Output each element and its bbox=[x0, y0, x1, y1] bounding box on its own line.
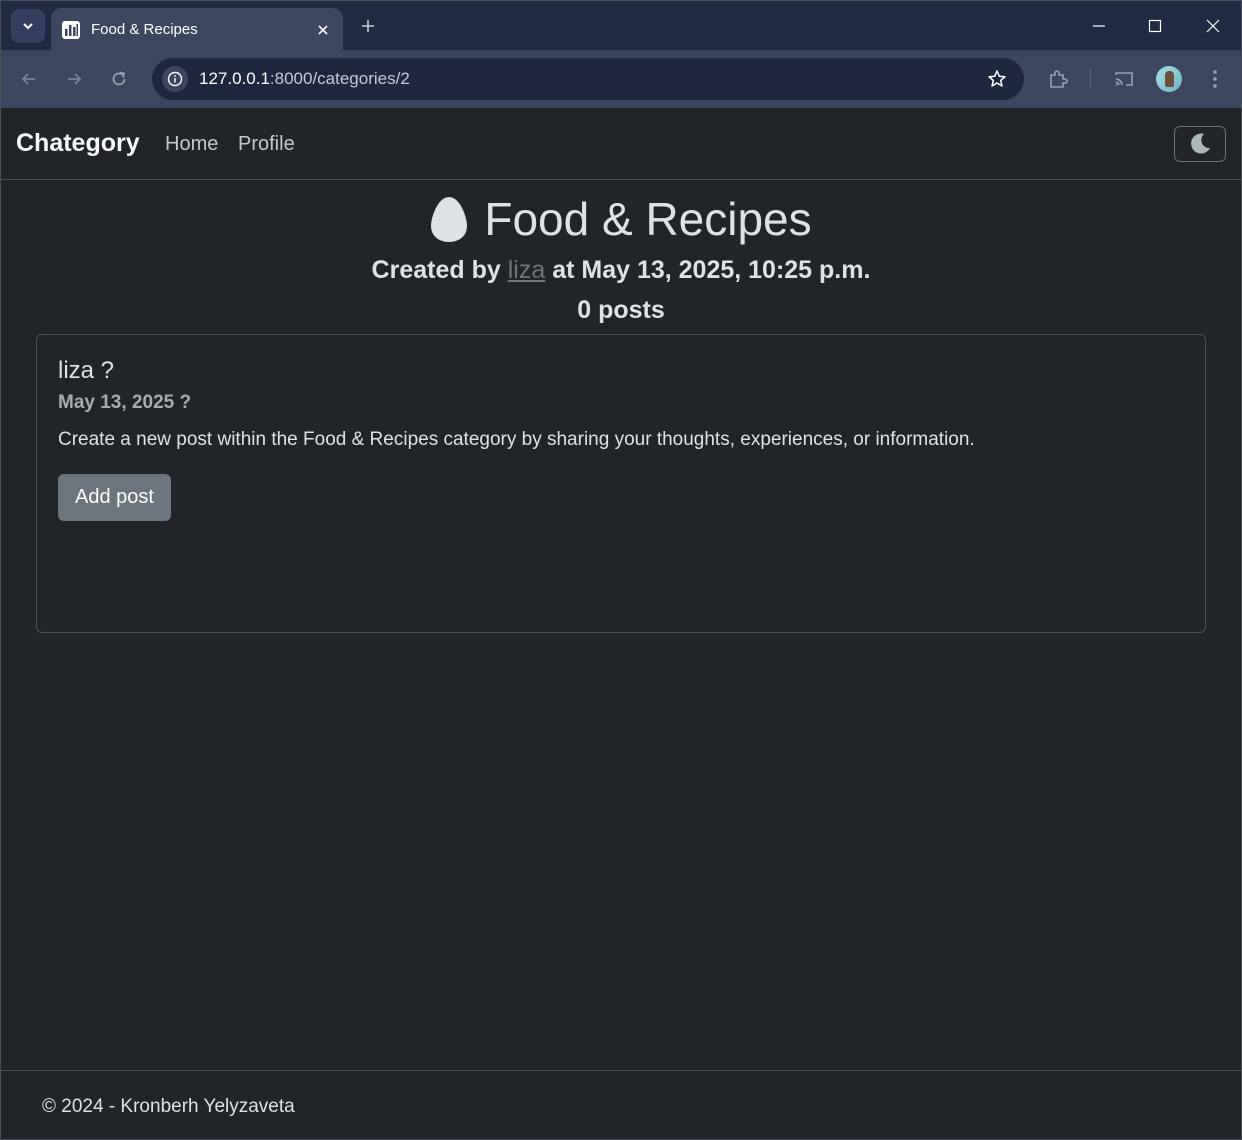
new-tab-button[interactable] bbox=[353, 11, 383, 41]
browser-toolbar: 127.0.0.1:8000/categories/2 bbox=[0, 50, 1242, 108]
category-title: Food & Recipes bbox=[484, 193, 812, 245]
url-text[interactable]: 127.0.0.1:8000/categories/2 bbox=[199, 69, 410, 89]
moon-icon bbox=[1191, 133, 1210, 154]
tab-close-icon[interactable] bbox=[311, 18, 335, 42]
chevron-down-icon bbox=[23, 23, 33, 30]
toolbar-separator bbox=[1090, 69, 1091, 89]
browser-tab[interactable]: Food & Recipes bbox=[51, 8, 343, 51]
plus-icon bbox=[362, 20, 374, 32]
bookmark-star-icon[interactable] bbox=[986, 68, 1008, 90]
add-post-button[interactable]: Add post bbox=[58, 474, 171, 521]
new-post-card: liza ? May 13, 2025 ? Create a new post … bbox=[36, 334, 1206, 633]
forward-button[interactable] bbox=[58, 63, 90, 95]
site-info-icon[interactable] bbox=[162, 66, 188, 92]
cast-icon[interactable] bbox=[1110, 65, 1138, 93]
theme-toggle-button[interactable] bbox=[1174, 126, 1226, 162]
url-host: 127.0.0.1 bbox=[199, 69, 270, 88]
close-window-button[interactable] bbox=[1193, 9, 1233, 43]
card-date: May 13, 2025 ? bbox=[58, 392, 192, 413]
site-brand[interactable]: Chategory bbox=[16, 129, 140, 158]
reload-button[interactable] bbox=[103, 63, 135, 95]
footer-copyright: © 2024 - Kronberh Yelyzaveta bbox=[42, 1096, 295, 1117]
bar-chart-icon bbox=[61, 20, 81, 40]
nav-link-profile[interactable]: Profile bbox=[238, 133, 295, 156]
more-menu-icon[interactable] bbox=[1201, 65, 1229, 93]
category-heading: Food & Recipes bbox=[1, 192, 1241, 246]
nav-link-home[interactable]: Home bbox=[165, 133, 218, 156]
created-suffix: at May 13, 2025, 10:25 p.m. bbox=[552, 256, 871, 284]
close-icon bbox=[1206, 19, 1220, 33]
maximize-button[interactable] bbox=[1135, 9, 1175, 43]
arrow-right-icon bbox=[68, 73, 82, 85]
url-path: :8000/categories/2 bbox=[269, 69, 410, 88]
tab-title: Food & Recipes bbox=[91, 21, 198, 38]
browser-tabstrip: Food & Recipes bbox=[0, 0, 1242, 51]
back-button[interactable] bbox=[13, 63, 45, 95]
address-bar[interactable]: 127.0.0.1:8000/categories/2 bbox=[152, 58, 1024, 100]
extensions-icon[interactable] bbox=[1044, 65, 1072, 93]
posts-count: 0 posts bbox=[577, 296, 665, 324]
site-footer: © 2024 - Kronberh Yelyzaveta bbox=[1, 1070, 1241, 1139]
category-created-info: Created by liza at May 13, 2025, 10:25 p… bbox=[1, 256, 1241, 285]
web-page: Chategory Home Profile Food & Recipes Cr… bbox=[0, 108, 1242, 1140]
maximize-icon bbox=[1148, 19, 1162, 33]
tab-search-button[interactable] bbox=[11, 9, 45, 43]
arrow-left-icon bbox=[21, 73, 35, 85]
card-description: Create a new post within the Food & Reci… bbox=[58, 429, 975, 450]
minimize-button[interactable] bbox=[1079, 9, 1119, 43]
author-link[interactable]: liza bbox=[508, 256, 546, 284]
profile-avatar[interactable] bbox=[1156, 66, 1182, 92]
site-navbar: Chategory Home Profile bbox=[1, 108, 1241, 180]
created-prefix: Created by bbox=[371, 256, 501, 284]
egg-icon bbox=[431, 197, 468, 242]
reload-icon bbox=[112, 71, 126, 86]
card-author: liza ? bbox=[58, 357, 115, 384]
minimize-icon bbox=[1093, 25, 1105, 27]
